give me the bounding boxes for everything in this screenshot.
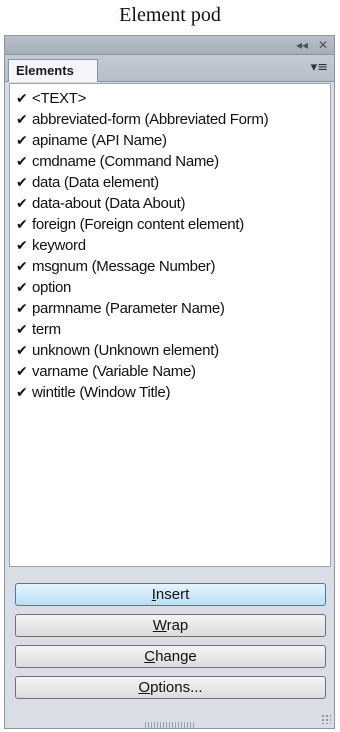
options-button[interactable]: Options... bbox=[15, 676, 326, 699]
change-button[interactable]: Change bbox=[15, 645, 326, 668]
change-mnemonic: C bbox=[144, 648, 156, 665]
element-label: varname (Variable Name) bbox=[32, 363, 196, 380]
checkmark-icon: ✔ bbox=[16, 280, 28, 296]
element-pod-panel: ◂◂ ✕ Elements ▾≡ ✔ <TEXT> ✔ abbreviated-for… bbox=[4, 35, 335, 729]
list-item[interactable]: ✔ msgnum (Message Number) bbox=[10, 256, 330, 277]
checkmark-icon: ✔ bbox=[16, 322, 28, 338]
element-label: wintitle (Window Title) bbox=[32, 384, 171, 401]
element-label: apiname (API Name) bbox=[32, 132, 167, 149]
list-item[interactable]: ✔ unknown (Unknown element) bbox=[10, 340, 330, 361]
checkmark-icon: ✔ bbox=[16, 91, 28, 107]
element-list: ✔ <TEXT> ✔ abbreviated-form (Abbreviated Fo… bbox=[9, 83, 331, 567]
checkmark-icon: ✔ bbox=[16, 238, 28, 254]
list-item[interactable]: ✔ apiname (API Name) bbox=[10, 130, 330, 151]
page-caption: Element pod bbox=[119, 4, 221, 26]
checkmark-icon: ✔ bbox=[16, 364, 28, 380]
checkmark-icon: ✔ bbox=[16, 196, 28, 212]
panel-titlebar: ◂◂ ✕ bbox=[5, 36, 334, 55]
element-label: data-about (Data About) bbox=[32, 195, 186, 212]
list-item[interactable]: ✔ option bbox=[10, 277, 330, 298]
list-item[interactable]: ✔ <TEXT> bbox=[10, 88, 330, 109]
list-item[interactable]: ✔ term bbox=[10, 319, 330, 340]
bottom-drag-handle[interactable] bbox=[145, 722, 195, 728]
list-item[interactable]: ✔ wintitle (Window Title) bbox=[10, 382, 330, 403]
list-item[interactable]: ✔ keyword bbox=[10, 235, 330, 256]
wrap-mnemonic: W bbox=[152, 617, 167, 634]
element-label: <TEXT> bbox=[32, 90, 87, 107]
element-label: data (Data element) bbox=[32, 174, 159, 191]
checkmark-icon: ✔ bbox=[16, 175, 28, 191]
close-icon[interactable]: ✕ bbox=[318, 37, 328, 53]
options-label: ptions... bbox=[150, 679, 203, 696]
checkmark-icon: ✔ bbox=[16, 112, 28, 128]
element-label: keyword bbox=[32, 237, 86, 254]
checkmark-icon: ✔ bbox=[16, 259, 28, 275]
list-item[interactable]: ✔ foreign (Foreign content element) bbox=[10, 214, 330, 235]
element-label: option bbox=[32, 279, 72, 296]
element-label: parmname (Parameter Name) bbox=[32, 300, 225, 317]
checkmark-icon: ✔ bbox=[16, 217, 28, 233]
element-label: foreign (Foreign content element) bbox=[32, 216, 244, 233]
checkmark-icon: ✔ bbox=[16, 154, 28, 170]
element-label: cmdname (Command Name) bbox=[32, 153, 219, 170]
element-label: msgnum (Message Number) bbox=[32, 258, 216, 275]
list-item[interactable]: ✔ varname (Variable Name) bbox=[10, 361, 330, 382]
insert-label: nsert bbox=[155, 586, 190, 603]
wrap-button[interactable]: Wrap bbox=[15, 614, 326, 637]
checkmark-icon: ✔ bbox=[16, 301, 28, 317]
wrap-label: rap bbox=[166, 617, 189, 634]
insert-button[interactable]: Insert bbox=[15, 583, 326, 606]
checkmark-icon: ✔ bbox=[16, 385, 28, 401]
resize-grip-icon[interactable] bbox=[321, 714, 331, 724]
element-label: term bbox=[32, 321, 61, 338]
options-mnemonic: O bbox=[138, 679, 151, 696]
collapse-icon[interactable]: ◂◂ bbox=[296, 37, 308, 53]
list-item[interactable]: ✔ cmdname (Command Name) bbox=[10, 151, 330, 172]
panel-menu-icon[interactable]: ▾≡ bbox=[311, 60, 328, 75]
element-label: abbreviated-form (Abbreviated Form) bbox=[32, 111, 269, 128]
list-item[interactable]: ✔ data-about (Data About) bbox=[10, 193, 330, 214]
element-label: unknown (Unknown element) bbox=[32, 342, 219, 359]
list-item[interactable]: ✔ parmname (Parameter Name) bbox=[10, 298, 330, 319]
list-item[interactable]: ✔ data (Data element) bbox=[10, 172, 330, 193]
list-item[interactable]: ✔ abbreviated-form (Abbreviated Form) bbox=[10, 109, 330, 130]
checkmark-icon: ✔ bbox=[16, 343, 28, 359]
checkmark-icon: ✔ bbox=[16, 133, 28, 149]
tab-row: Elements ▾≡ bbox=[5, 55, 334, 82]
change-label: hange bbox=[155, 648, 197, 665]
tab-elements[interactable]: Elements bbox=[8, 59, 98, 82]
